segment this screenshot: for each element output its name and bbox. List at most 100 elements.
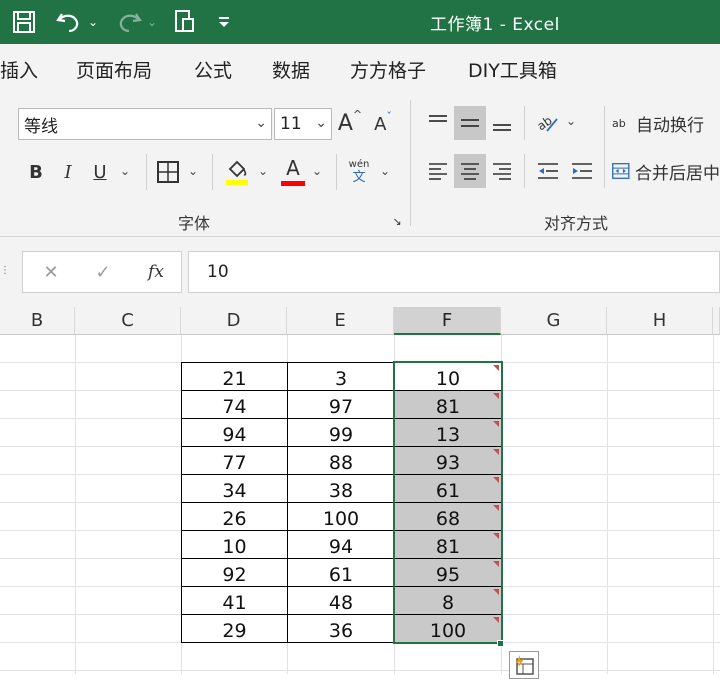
touch-mode-icon[interactable]: [170, 8, 200, 36]
column-header-d[interactable]: D: [181, 307, 287, 335]
column-header-f[interactable]: F: [394, 307, 501, 335]
cell-e1[interactable]: 3: [287, 362, 395, 391]
orientation-button[interactable]: ab: [532, 106, 564, 140]
gridline-vertical: [607, 335, 608, 674]
separator: [212, 154, 213, 190]
cell-d6[interactable]: 26: [181, 502, 288, 531]
font-color-button[interactable]: A: [278, 154, 308, 190]
cell-f8[interactable]: 95: [394, 558, 502, 587]
cell-f6[interactable]: 68: [394, 502, 502, 531]
cell-d4[interactable]: 77: [181, 446, 288, 475]
gridline-horizontal: [0, 670, 720, 671]
font-color-dropdown-icon[interactable]: ⌄: [312, 164, 322, 178]
cell-f2[interactable]: 81: [394, 390, 502, 419]
cell-f5[interactable]: 61: [394, 474, 502, 503]
cell-value: 48: [328, 592, 354, 614]
undo-dropdown-icon[interactable]: ⌄: [86, 8, 100, 36]
tab-page-layout[interactable]: 页面布局: [76, 56, 152, 83]
column-header-h[interactable]: H: [607, 307, 713, 335]
cell-d1[interactable]: 21: [181, 362, 288, 391]
align-right-button[interactable]: [486, 154, 518, 188]
cell-e7[interactable]: 94: [287, 530, 395, 559]
cancel-icon[interactable]: ✕: [37, 258, 65, 286]
merge-center-button[interactable]: 合并后居中: [612, 154, 720, 188]
cell-d8[interactable]: 92: [181, 558, 288, 587]
bold-button[interactable]: B: [22, 156, 50, 188]
column-header-b[interactable]: B: [0, 307, 75, 335]
merge-center-icon: [612, 163, 630, 179]
fill-handle[interactable]: [497, 640, 504, 647]
cell-f4[interactable]: 93: [394, 446, 502, 475]
worksheet-grid[interactable]: B C D E F G H 21 3 10 74 97 81 94 99 13 77 88 93 34 3…: [0, 307, 720, 679]
insert-function-icon[interactable]: fx: [141, 258, 171, 286]
error-indicator-icon: [493, 617, 499, 623]
shrink-font-button[interactable]: Aˇ: [370, 108, 396, 140]
cell-f7[interactable]: 81: [394, 530, 502, 559]
cell-f1[interactable]: 10: [394, 362, 502, 391]
underline-dropdown-icon[interactable]: ⌄: [120, 164, 130, 178]
wrap-text-label: 自动换行: [636, 115, 704, 136]
cell-e5[interactable]: 38: [287, 474, 395, 503]
align-middle-button[interactable]: [454, 106, 486, 140]
tab-insert[interactable]: 插入: [0, 56, 38, 83]
cell-d10[interactable]: 29: [181, 614, 288, 643]
cell-f9[interactable]: 8: [394, 586, 502, 615]
column-header-e[interactable]: E: [287, 307, 394, 335]
cell-f3[interactable]: 13: [394, 418, 502, 447]
decrease-indent-button[interactable]: [532, 154, 564, 188]
undo-icon[interactable]: [52, 8, 86, 36]
font-dialog-launcher-icon[interactable]: ↘: [390, 214, 404, 228]
wrap-text-button[interactable]: ab 自动换行: [612, 106, 720, 140]
phonetic-dropdown-icon[interactable]: ⌄: [380, 164, 390, 178]
cell-d3[interactable]: 94: [181, 418, 288, 447]
cell-e9[interactable]: 48: [287, 586, 395, 615]
align-left-button[interactable]: [422, 154, 454, 188]
cell-d9[interactable]: 41: [181, 586, 288, 615]
save-icon[interactable]: [8, 8, 40, 36]
font-name-combo[interactable]: 等线 ⌄: [18, 108, 272, 140]
enter-icon[interactable]: ✓: [89, 258, 117, 286]
grow-font-button[interactable]: A ^: [337, 106, 363, 140]
align-bottom-button[interactable]: [486, 106, 518, 140]
column-header-g[interactable]: G: [501, 307, 607, 335]
borders-button[interactable]: [154, 156, 182, 188]
error-indicator-icon: [493, 561, 499, 567]
increase-indent-button[interactable]: [566, 154, 598, 188]
paint-bucket-icon: [226, 160, 248, 185]
tab-formulas[interactable]: 公式: [194, 56, 232, 83]
cell-e2[interactable]: 97: [287, 390, 395, 419]
phonetic-button[interactable]: wén 文: [344, 154, 374, 190]
cell-e3[interactable]: 99: [287, 418, 395, 447]
formula-input[interactable]: 10: [188, 251, 720, 293]
orientation-dropdown-icon[interactable]: ⌄: [566, 114, 576, 128]
cell-e10[interactable]: 36: [287, 614, 395, 643]
tab-diy-toolbox[interactable]: DIY工具箱: [468, 56, 557, 83]
cell-value: 26: [222, 508, 247, 530]
tab-data[interactable]: 数据: [272, 56, 310, 83]
fill-color-button[interactable]: [222, 154, 252, 190]
gridline-vertical: [713, 335, 714, 674]
cell-e8[interactable]: 61: [287, 558, 395, 587]
cell-d5[interactable]: 34: [181, 474, 288, 503]
align-center-button[interactable]: [454, 154, 486, 188]
cell-f10[interactable]: 100: [394, 614, 502, 643]
caret-up-icon: ^: [352, 107, 363, 121]
cell-d7[interactable]: 10: [181, 530, 288, 559]
align-top-button[interactable]: [422, 106, 454, 140]
font-color-swatch: [281, 181, 305, 186]
font-size-combo[interactable]: 11 ⌄: [274, 108, 332, 140]
underline-button[interactable]: U: [86, 156, 114, 188]
italic-button[interactable]: I: [54, 156, 82, 188]
error-indicator-icon: [493, 477, 499, 483]
cell-value: 38: [328, 480, 354, 502]
borders-dropdown-icon[interactable]: ⌄: [188, 164, 198, 178]
fill-color-dropdown-icon[interactable]: ⌄: [258, 164, 268, 178]
column-header-c[interactable]: C: [75, 307, 181, 335]
quick-analysis-button[interactable]: [509, 651, 539, 679]
column-header-partial[interactable]: [713, 307, 720, 335]
customize-qat-icon[interactable]: [212, 8, 236, 36]
cell-e6[interactable]: 100: [287, 502, 395, 531]
cell-d2[interactable]: 74: [181, 390, 288, 419]
cell-e4[interactable]: 88: [287, 446, 395, 475]
tab-fangfang[interactable]: 方方格子: [350, 56, 426, 83]
